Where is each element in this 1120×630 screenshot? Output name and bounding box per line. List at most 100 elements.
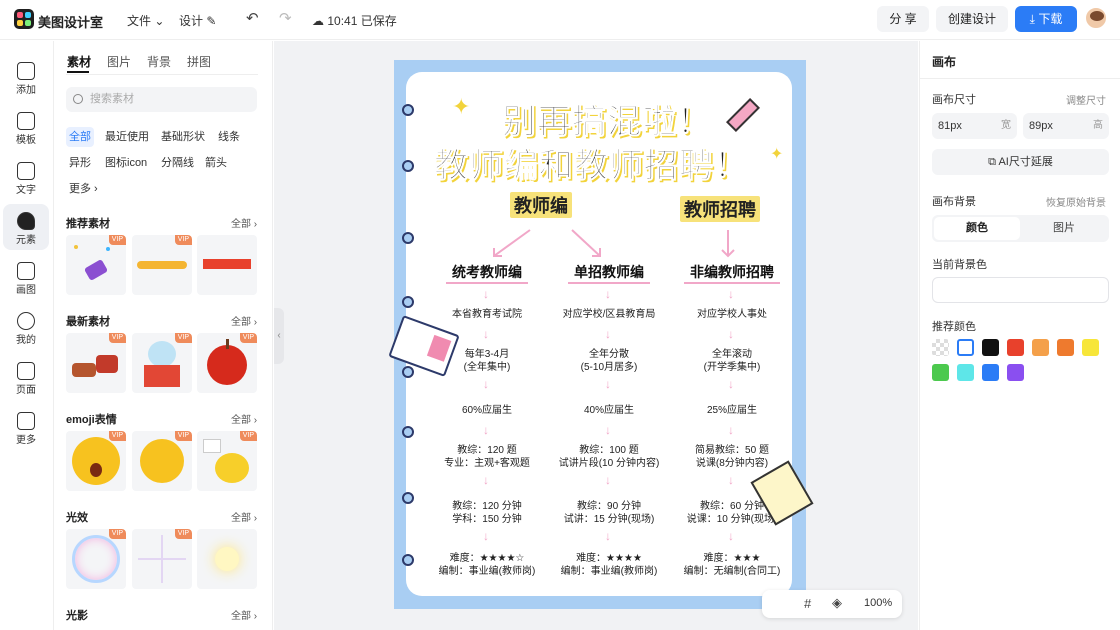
poster-cell[interactable]: 难度：★★★ 编制：无编制(合同工) xyxy=(672,552,792,578)
canvas-size-label: 画布尺寸 xyxy=(932,94,976,106)
tab-underline xyxy=(67,71,89,73)
segment-image[interactable]: 图片 xyxy=(1021,217,1107,240)
poster-cell[interactable]: 教综：120 题 专业：主观+客观题 xyxy=(427,444,547,470)
chip-divider[interactable]: 分隔线 xyxy=(158,153,197,173)
asset-chick-with-sign[interactable]: VIP xyxy=(197,431,257,491)
chip-recent[interactable]: 最近使用 xyxy=(102,127,152,147)
asset-reindeer-sleigh[interactable]: VIP xyxy=(66,333,126,393)
layers-icon[interactable]: ◈ xyxy=(832,595,842,611)
rail-item-draw[interactable]: 画图 xyxy=(3,254,49,300)
poster-cell[interactable]: 简易教综：50 题 说课(8分钟内容) xyxy=(672,444,792,470)
zoom-level[interactable]: 100% xyxy=(864,597,892,609)
chip-all[interactable]: 全部 xyxy=(66,127,94,147)
color-swatch[interactable] xyxy=(957,339,974,356)
chip-basic-shapes[interactable]: 基础形状 xyxy=(158,127,208,147)
poster-cell[interactable]: 教综：120 分钟 学科：150 分钟 xyxy=(427,500,547,526)
asset-sparkle-star[interactable]: VIP xyxy=(132,529,192,589)
undo-icon[interactable]: ↶ xyxy=(246,11,259,27)
poster-cell[interactable]: 对应学校/区县教育局 xyxy=(549,308,669,321)
column-head-2[interactable]: 单招教师编 xyxy=(568,262,650,284)
width-field[interactable]: 81px 宽 xyxy=(932,113,1017,139)
color-swatch[interactable] xyxy=(1007,364,1024,381)
color-swatch[interactable] xyxy=(932,364,949,381)
color-swatch[interactable] xyxy=(1057,339,1074,356)
section-all-link[interactable]: 全部 › xyxy=(231,313,257,328)
current-bg-swatch[interactable] xyxy=(932,277,1109,303)
avatar[interactable] xyxy=(1084,6,1108,30)
chip-arrow[interactable]: 箭头 xyxy=(202,153,230,173)
poster-cell[interactable]: 教综：100 题 试讲片段(10 分钟内容) xyxy=(549,444,669,470)
poster-cell[interactable]: 全年滚动 (开学季集中) xyxy=(672,348,792,374)
color-swatch[interactable] xyxy=(1007,339,1024,356)
poster-cell[interactable]: 本省教育考试院 xyxy=(427,308,547,321)
redo-icon[interactable]: ↷ xyxy=(279,11,292,27)
asset-thinking-face[interactable]: VIP xyxy=(132,431,192,491)
poster-cell[interactable]: 60%应届生 xyxy=(427,404,547,417)
tab-background[interactable]: 背景 xyxy=(147,53,171,70)
rail-item-more[interactable]: 更多 xyxy=(3,404,49,450)
poster-cell[interactable]: 40%应届生 xyxy=(549,404,669,417)
design-menu[interactable]: 设计 ✎ xyxy=(179,12,216,29)
down-arrow-icon: ↓ xyxy=(728,529,734,543)
tab-image[interactable]: 图片 xyxy=(107,53,131,70)
chip-irregular[interactable]: 异形 xyxy=(66,153,94,173)
asset-party-popper[interactable]: VIP xyxy=(66,235,126,295)
section-all-link[interactable]: 全部 › xyxy=(231,215,257,230)
asset-rainbow-bubble[interactable]: VIP xyxy=(66,529,126,589)
poster-cell[interactable]: 25%应届生 xyxy=(672,404,792,417)
search-icon xyxy=(73,94,83,104)
color-swatch[interactable] xyxy=(982,339,999,356)
height-field[interactable]: 89px 高 xyxy=(1023,113,1109,139)
rail-item-text[interactable]: 文字 xyxy=(3,154,49,200)
chip-lines[interactable]: 线条 xyxy=(215,127,243,147)
elements-panel: 素材 图片 背景 拼图 搜索素材 全部 最近使用 基础形状 线条 异形 图标ic… xyxy=(55,41,273,630)
adjust-size-link[interactable]: 调整尺寸 xyxy=(1066,92,1106,107)
chip-icon[interactable]: 图标icon xyxy=(102,153,150,173)
create-design-button[interactable]: 创建设计 xyxy=(936,6,1008,32)
vip-badge: VIP xyxy=(239,333,257,343)
download-button[interactable]: ⤓ 下载 xyxy=(1015,6,1077,32)
tab-collage[interactable]: 拼图 xyxy=(187,53,211,70)
current-bg-label: 当前背景色 xyxy=(932,259,987,271)
rail-item-add[interactable]: 添加 xyxy=(3,54,49,100)
section-all-link[interactable]: 全部 › xyxy=(231,509,257,524)
rail-item-page[interactable]: 页面 xyxy=(3,354,49,400)
chip-more[interactable]: 更多 › xyxy=(66,179,101,199)
grid-icon[interactable]: # xyxy=(804,596,811,611)
color-swatch[interactable] xyxy=(1032,339,1049,356)
column-head-1[interactable]: 统考教师编 xyxy=(446,262,528,284)
tab-material[interactable]: 素材 xyxy=(67,53,91,70)
color-swatch[interactable] xyxy=(982,364,999,381)
color-swatch[interactable] xyxy=(1082,339,1099,356)
vip-badge: VIP xyxy=(108,235,126,245)
poster-cell[interactable]: 难度：★★★★ 编制：事业编(教师岗) xyxy=(549,552,669,578)
rail-item-elements[interactable]: 元素 xyxy=(3,204,49,250)
bg-segmented-control: 颜色 图片 xyxy=(932,215,1109,242)
poster-cell[interactable]: 教综：90 分钟 试讲：15 分钟(现场) xyxy=(549,500,669,526)
asset-snow-globe-gift[interactable]: VIP xyxy=(132,333,192,393)
asset-yellow-brush-stroke[interactable]: VIP xyxy=(132,235,192,295)
column-head-3[interactable]: 非编教师招聘 xyxy=(684,262,780,284)
rail-item-template[interactable]: 模板 xyxy=(3,104,49,150)
poster-canvas[interactable]: 别再搞混啦！ 教师编和教师招聘！ ✦ ✦ 教师编 教师招聘 统考教师编 单招教师… xyxy=(388,60,814,609)
asset-glow[interactable] xyxy=(197,529,257,589)
share-button[interactable]: 分 享 xyxy=(877,6,929,32)
collapse-panel-button[interactable]: ‹ xyxy=(274,308,284,364)
section-all-link[interactable]: 全部 › xyxy=(231,607,257,622)
segment-color[interactable]: 颜色 xyxy=(934,217,1020,240)
poster-cell[interactable]: 对应学校人事处 xyxy=(672,308,792,321)
asset-red-bar[interactable] xyxy=(197,235,257,295)
file-menu[interactable]: 文件 ⌄ xyxy=(127,12,164,29)
rail-item-mine[interactable]: 我的 xyxy=(3,304,49,350)
app-logo-icon[interactable] xyxy=(14,9,34,29)
restore-bg-link[interactable]: 恢复原始背景 xyxy=(1046,194,1106,209)
poster-cell[interactable]: 难度：★★★★☆ 编制：事业编(教师岗) xyxy=(427,552,547,578)
color-swatch[interactable] xyxy=(957,364,974,381)
asset-red-apple[interactable]: VIP xyxy=(197,333,257,393)
poster-cell[interactable]: 全年分散 (5-10月居多) xyxy=(549,348,669,374)
ai-size-extend-button[interactable]: ⧉ AI尺寸延展 xyxy=(932,149,1109,175)
section-all-link[interactable]: 全部 › xyxy=(231,411,257,426)
asset-scared-face[interactable]: VIP xyxy=(66,431,126,491)
search-input[interactable]: 搜索素材 xyxy=(66,87,257,112)
color-swatch[interactable] xyxy=(932,339,949,356)
